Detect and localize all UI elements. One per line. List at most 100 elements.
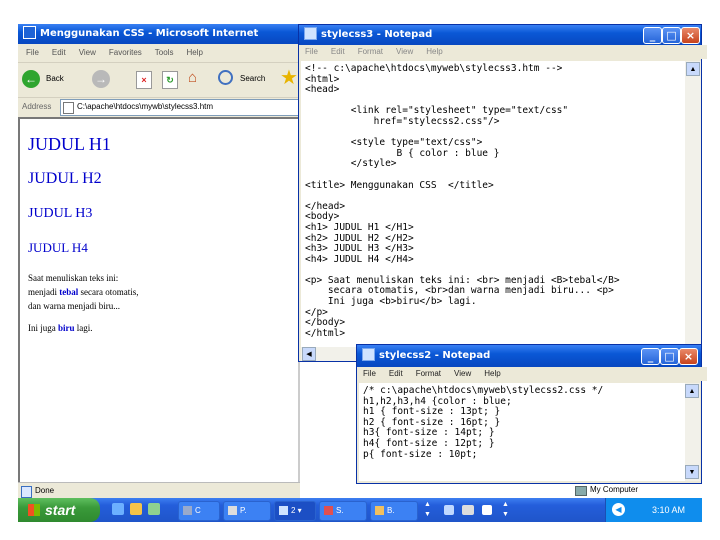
taskbar-c-icon: [183, 506, 192, 516]
taskbar-p-icon: [228, 506, 237, 516]
quicklaunch-ie-icon[interactable]: [112, 503, 124, 515]
refresh-icon[interactable]: ↻: [162, 71, 178, 89]
home-icon[interactable]: ⌂: [188, 70, 204, 86]
address-value: C:\apache\htdocs\mywb\stylecss3.htm: [77, 102, 214, 111]
taskbar-s-icon: [324, 506, 333, 516]
forward-arrow-icon[interactable]: →: [92, 70, 110, 88]
status-page-icon: [21, 486, 32, 498]
tray-tool-icon[interactable]: [444, 505, 454, 515]
back-arrow-icon: ←: [22, 70, 40, 88]
notepad2-textarea[interactable]: /* c:\apache\htdocs\myweb\stylecss2.css …: [359, 383, 685, 481]
ie-titlebar[interactable]: Menggunakan CSS - Microsoft Internet Exp…: [18, 24, 300, 59]
scroll-up-arrow-icon[interactable]: ▲: [686, 62, 700, 76]
notepad2-menubar: File Edit Format View Help: [357, 367, 707, 381]
taskbar-item-group-label: 2: [291, 506, 296, 515]
tray-keyboard-icon[interactable]: [462, 505, 474, 515]
taskbar-b-icon: [375, 506, 384, 516]
notepad3-vscrollbar[interactable]: ▲: [685, 61, 701, 347]
address-label: Address: [22, 102, 52, 111]
taskbar-item-c-label: C: [195, 506, 201, 515]
notepad3-app-icon: [304, 26, 317, 40]
tray-clock: 3:10 AM: [652, 505, 686, 515]
taskbar-item-s[interactable]: S.: [319, 501, 367, 521]
windows-flag-icon: [28, 504, 40, 516]
ie-content: JUDUL H1 JUDUL H2 JUDUL H3 JUDUL H4 Saat…: [18, 117, 300, 484]
status-text: Done: [35, 486, 55, 495]
np2-scroll-down-arrow-icon[interactable]: ▼: [685, 465, 699, 479]
notepad3-close-button[interactable]: ×: [681, 27, 700, 44]
ie-menu-help[interactable]: Help: [186, 48, 202, 57]
search-icon: [218, 70, 233, 85]
np2-menu-edit[interactable]: Edit: [389, 369, 403, 378]
notepad2-maximize-button[interactable]: □: [660, 348, 679, 365]
notepad3-minimize-button[interactable]: _: [643, 27, 662, 44]
ie-menu-tools[interactable]: Tools: [155, 48, 174, 57]
np3-menu-view[interactable]: View: [396, 47, 413, 56]
ie-menu-view[interactable]: View: [79, 48, 96, 57]
tray-collapse-arrows-icon[interactable]: ▲ ▼: [502, 500, 509, 520]
favorites-star-icon[interactable]: ★: [280, 67, 298, 89]
np2-menu-format[interactable]: Format: [416, 369, 441, 378]
system-tray: ◀ 3:10 AM: [605, 498, 702, 522]
notepad3-menubar: File Edit Format View Help: [299, 45, 707, 59]
search-label: Search: [240, 74, 266, 83]
para-line-2-post: secara otomatis,: [78, 287, 139, 297]
start-button[interactable]: start: [18, 498, 100, 522]
stop-icon[interactable]: ×: [136, 71, 152, 89]
paragraph-2: Ini juga biru lagi.: [28, 323, 93, 333]
ie-menu-file[interactable]: File: [26, 48, 39, 57]
np3-menu-help[interactable]: Help: [426, 47, 442, 56]
taskbar-item-s-label: S.: [336, 506, 344, 515]
para2-pre: Ini juga: [28, 323, 58, 333]
bold-tebal: tebal: [59, 287, 79, 297]
tray-expand-icon[interactable]: ◀: [612, 503, 625, 516]
np3-menu-edit[interactable]: Edit: [331, 47, 345, 56]
notepad2-vscrollbar[interactable]: ▲ ▼: [685, 383, 700, 481]
np2-scroll-up-arrow-icon[interactable]: ▲: [685, 384, 699, 398]
notepad3-window: stylecss3 - Notepad _ □ × File Edit Format…: [298, 24, 707, 362]
ie-toolbar: ← Back → × ↻ ⌂ Search ★: [18, 62, 300, 97]
back-label: Back: [46, 74, 64, 83]
taskbar-item-b[interactable]: B.: [370, 501, 418, 521]
np3-menu-format[interactable]: Format: [358, 47, 383, 56]
notepad3-maximize-button[interactable]: □: [662, 27, 681, 44]
back-button[interactable]: ← Back: [22, 69, 82, 89]
notepad3-textarea[interactable]: <!-- c:\apache\htdocs\myweb\stylecss3.ht…: [301, 61, 685, 347]
notepad2-titlebar[interactable]: stylecss2 - Notepad _ □ ×: [357, 345, 701, 367]
taskbar-item-c[interactable]: C: [178, 501, 220, 521]
taskbar-scroll-arrows-icon[interactable]: ▲ ▼: [424, 500, 431, 520]
tray-help-icon[interactable]: [482, 505, 492, 515]
para-line-2: menjadi tebal secara otomatis,: [28, 285, 138, 299]
np2-menu-view[interactable]: View: [454, 369, 471, 378]
ie-menu-favorites[interactable]: Favorites: [109, 48, 142, 57]
notepad2-text: /* c:\apache\htdocs\myweb\stylecss2.css …: [363, 385, 604, 460]
taskbar-notepad-icon: [279, 506, 288, 516]
heading-h3: JUDUL H3: [28, 206, 93, 221]
search-button[interactable]: Search: [218, 70, 278, 88]
taskbar-item-notepad-group[interactable]: 2 ▾: [274, 501, 316, 521]
np2-menu-help[interactable]: Help: [484, 369, 500, 378]
ie-status-zone: My Computer: [572, 483, 702, 498]
notepad2-minimize-button[interactable]: _: [641, 348, 660, 365]
notepad2-close-button[interactable]: ×: [679, 348, 698, 365]
notepad2-window: stylecss2 - Notepad _ □ × File Edit Format…: [356, 344, 707, 484]
my-computer-icon: [575, 486, 587, 496]
address-input[interactable]: C:\apache\htdocs\mywb\stylecss3.htm: [60, 99, 302, 116]
ie-menu-edit[interactable]: Edit: [52, 48, 66, 57]
ie-window: Menggunakan CSS - Microsoft Internet Exp…: [18, 24, 308, 499]
bold-biru: biru: [58, 323, 75, 333]
para-line-2-pre: menjadi: [28, 287, 60, 297]
np3-menu-file[interactable]: File: [305, 47, 318, 56]
taskbar-item-p-label: P.: [240, 506, 247, 515]
ie-menubar: File Edit View Favorites Tools Help: [18, 46, 308, 60]
quicklaunch-desktop-icon[interactable]: [148, 503, 160, 515]
quicklaunch-media-icon[interactable]: [130, 503, 142, 515]
para2-post: lagi.: [74, 323, 93, 333]
page-icon: [63, 102, 74, 114]
scroll-left-arrow-icon[interactable]: ◀: [302, 347, 316, 361]
taskbar-item-p[interactable]: P.: [223, 501, 271, 521]
np2-menu-file[interactable]: File: [363, 369, 376, 378]
paragraph-1: Saat menuliskan teks ini: menjadi tebal …: [28, 271, 138, 313]
notepad3-titlebar[interactable]: stylecss3 - Notepad _ □ ×: [299, 25, 701, 45]
ie-logo-icon: [23, 25, 36, 39]
